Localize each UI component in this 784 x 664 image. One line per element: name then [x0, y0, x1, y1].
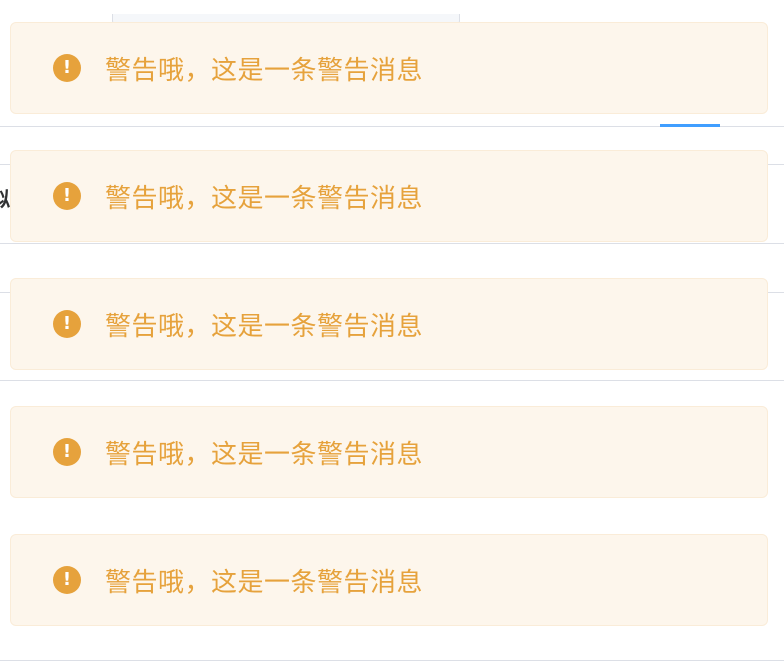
warning-icon: ! — [53, 310, 81, 338]
warning-message: ! 警告哦，这是一条警告消息 — [10, 534, 768, 626]
warning-message: ! 警告哦，这是一条警告消息 — [10, 278, 768, 370]
warning-message: ! 警告哦，这是一条警告消息 — [10, 150, 768, 242]
warning-message-text: 警告哦，这是一条警告消息 — [105, 439, 424, 470]
warning-message: ! 警告哦，这是一条警告消息 — [10, 406, 768, 498]
background-divider — [0, 380, 784, 381]
warning-message-text: 警告哦，这是一条警告消息 — [105, 311, 424, 342]
warning-message: ! 警告哦，这是一条警告消息 — [10, 22, 768, 114]
warning-message-text: 警告哦，这是一条警告消息 — [105, 567, 424, 598]
warning-message-text: 警告哦，这是一条警告消息 — [105, 183, 424, 214]
warning-message-text: 警告哦，这是一条警告消息 — [105, 55, 424, 86]
warning-icon: ! — [53, 182, 81, 210]
warning-icon: ! — [53, 54, 81, 82]
app-page: 拟 ! 警告哦，这是一条警告消息 ! 警告哦，这是一条警告消息 ! 警告哦，这是… — [0, 0, 784, 664]
active-tab-indicator — [660, 124, 720, 127]
warning-icon: ! — [53, 438, 81, 466]
background-divider — [0, 660, 784, 661]
warning-icon: ! — [53, 566, 81, 594]
background-label-fragment: 拟 — [0, 186, 10, 212]
